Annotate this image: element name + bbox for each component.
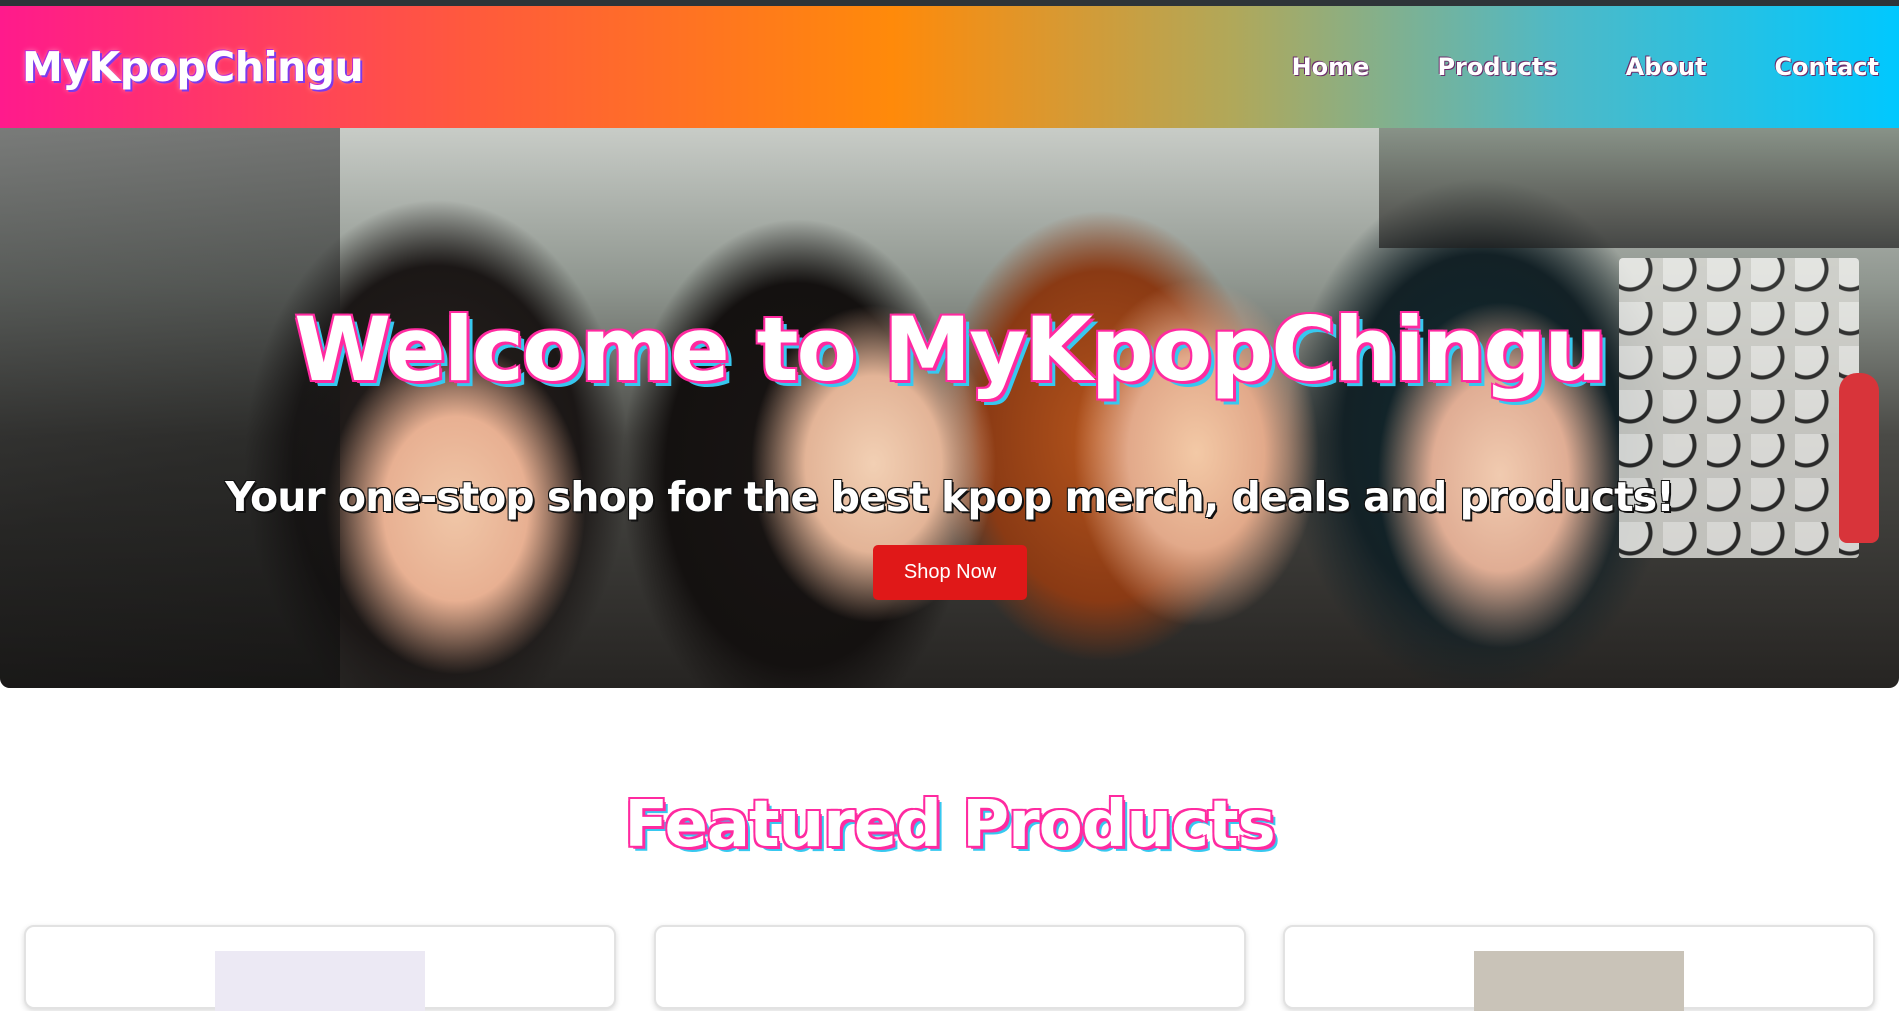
nav-link-contact[interactable]: Contact — [1774, 53, 1879, 81]
hero-title: Welcome to MyKpopChingu — [294, 298, 1607, 401]
main-nav: Home Products About Contact — [1224, 53, 1879, 81]
shop-now-button[interactable]: Shop Now — [873, 545, 1027, 600]
product-thumbnail — [215, 951, 425, 1011]
product-cards — [24, 925, 1875, 1011]
product-card[interactable] — [653, 925, 1246, 1009]
site-header: MyKpopChingu Home Products About Contact — [0, 6, 1899, 128]
product-thumbnail — [1474, 951, 1684, 1011]
hero-content: Welcome to MyKpopChingu Your one-stop sh… — [0, 128, 1899, 688]
nav-link-home[interactable]: Home — [1292, 53, 1370, 81]
featured-section: Featured Products — [0, 688, 1899, 862]
site-logo[interactable]: MyKpopChingu — [22, 43, 364, 91]
nav-link-about[interactable]: About — [1626, 53, 1707, 81]
nav-link-products[interactable]: Products — [1437, 53, 1557, 81]
featured-title: Featured Products — [624, 788, 1275, 862]
product-card[interactable] — [1283, 925, 1875, 1011]
hero-banner: Welcome to MyKpopChingu Your one-stop sh… — [0, 128, 1899, 688]
product-card[interactable] — [24, 925, 616, 1011]
hero-subtitle: Your one-stop shop for the best kpop mer… — [225, 473, 1675, 521]
